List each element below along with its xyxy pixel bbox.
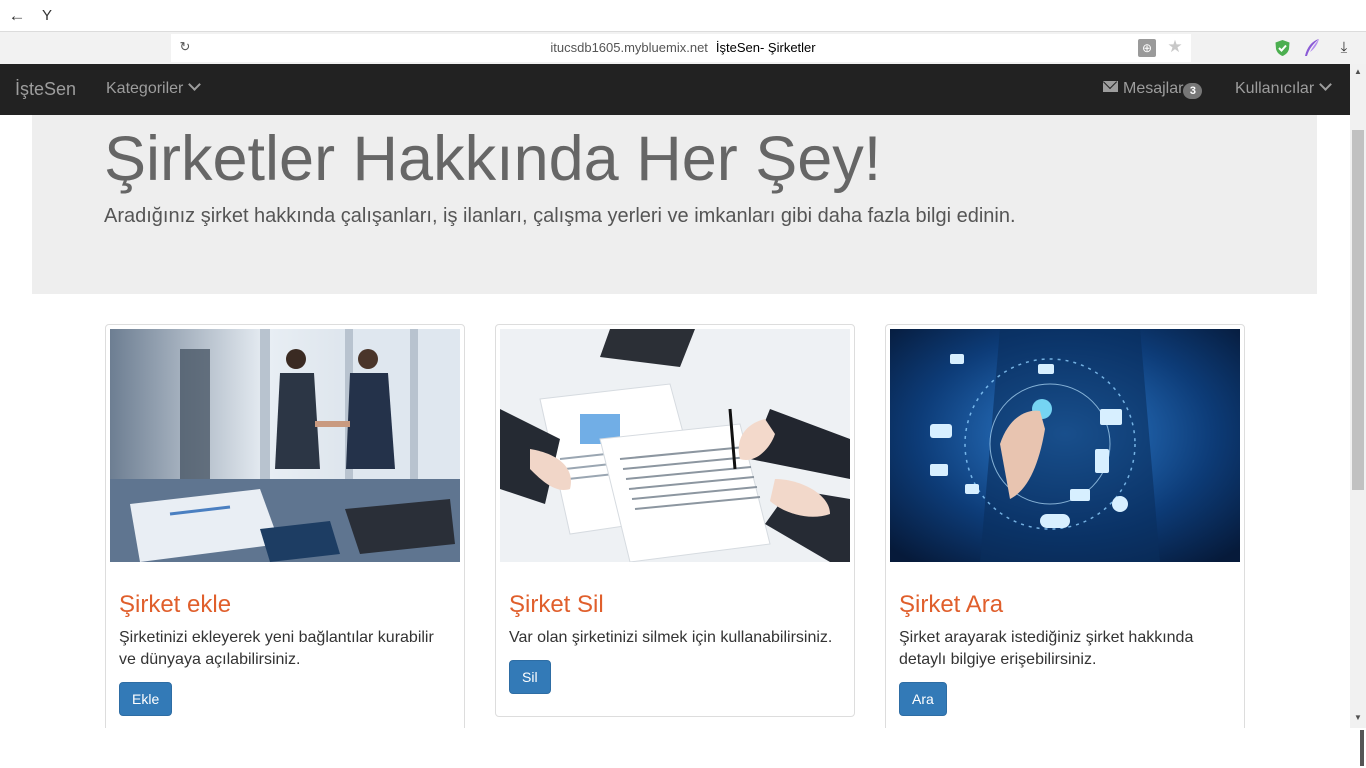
card-text: Şirketinizi ekleyerek yeni bağlantılar k…	[119, 629, 434, 668]
window-bottom-strip	[0, 728, 1366, 768]
resize-handle[interactable]	[1360, 730, 1364, 766]
tab-page-title: İşteSen- Şirketler	[715, 40, 816, 55]
scroll-up-arrow-icon[interactable]: ▲	[1350, 66, 1366, 78]
star-icon[interactable]: ★	[1166, 38, 1184, 56]
search-company-button[interactable]: Ara	[899, 682, 947, 716]
page-lead: Aradığınız şirket hakkında çalışanları, …	[104, 205, 1016, 227]
card-delete-company: Şirket Sil Var olan şirketinizi silmek i…	[495, 324, 855, 717]
card-text: Var olan şirketinizi silmek için kullana…	[509, 629, 833, 646]
scrollbar-thumb[interactable]	[1352, 130, 1364, 490]
url-domain: itucsdb1605.mybluemix.net	[550, 40, 708, 55]
delete-company-button[interactable]: Sil	[509, 660, 551, 694]
nav-messages-link[interactable]: Mesajlar 3	[1103, 79, 1203, 99]
globe-icon[interactable]: ⊕	[1138, 39, 1156, 57]
card-title: Şirket ekle	[119, 591, 232, 618]
chevron-down-icon	[1319, 78, 1333, 91]
card-image-digital-network	[890, 329, 1240, 562]
card-image-signing	[500, 329, 850, 562]
yandex-logo-icon[interactable]: Y	[40, 6, 54, 26]
browser-title-strip	[0, 0, 1366, 32]
card-search-company: Şirket Ara Şirket arayarak istediğiniz ş…	[885, 324, 1245, 744]
address-bar-text: itucsdb1605.mybluemix.net İşteSen- Şirket…	[0, 41, 1366, 55]
shield-icon[interactable]	[1274, 39, 1291, 57]
card-text: Şirket arayarak istediğiniz şirket hakkı…	[899, 629, 1194, 668]
nav-categories-label: Kategoriler	[106, 80, 184, 97]
card-add-company: Şirket ekle Şirketinizi ekleyerek yeni b…	[105, 324, 465, 744]
feather-icon[interactable]	[1303, 38, 1321, 58]
nav-users-label: Kullanıcılar	[1235, 80, 1315, 97]
card-title: Şirket Ara	[899, 591, 1004, 618]
card-title: Şirket Sil	[509, 591, 604, 618]
card-image-handshake	[110, 329, 460, 562]
scroll-down-arrow-icon[interactable]: ▼	[1350, 712, 1366, 724]
page-title: Şirketler Hakkında Her Şey!	[104, 124, 882, 194]
messages-count-badge: 3	[1183, 83, 1203, 99]
navbar-brand[interactable]: İşteSen	[15, 78, 76, 100]
nav-messages-label: Mesajlar	[1123, 80, 1184, 97]
nav-categories-dropdown[interactable]: Kategoriler	[106, 78, 202, 99]
nav-users-dropdown[interactable]: Kullanıcılar	[1235, 78, 1333, 99]
download-icon[interactable]: ⤓	[1336, 39, 1352, 57]
add-company-button[interactable]: Ekle	[119, 682, 173, 716]
chevron-down-icon	[188, 78, 202, 91]
envelope-icon	[1103, 81, 1118, 92]
back-arrow-icon[interactable]: ←	[8, 7, 26, 25]
